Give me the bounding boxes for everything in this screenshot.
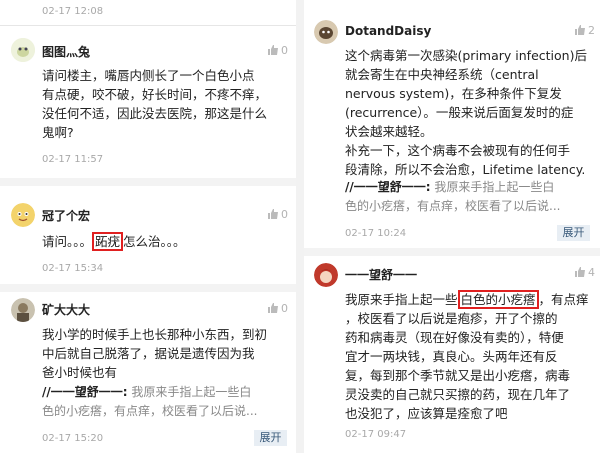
like-count: 0 (281, 302, 288, 315)
highlight-box: 跖疣 (92, 232, 124, 251)
comment-line: 宜才一两块钱，真良心。头两年还有反 (345, 349, 558, 364)
highlight-box: 白色的小疙瘩 (457, 290, 539, 309)
username[interactable]: 矿大大大 (42, 301, 90, 318)
comment-text-part: ，有点痒 (538, 292, 589, 307)
comment-line: 没任何不适，因此没去医院，那这是什么 (42, 106, 268, 121)
comment-time: 02-17 15:20 (42, 433, 104, 444)
like-count: 0 (281, 44, 288, 57)
like-button[interactable]: 4 (575, 266, 595, 279)
comment-text: 我小学的时候手上也长那种小东西，到初 中后就自己脱落了，据说是遗传因为我 爸小时… (42, 325, 294, 382)
comment-line: 爸小时候也有 (42, 365, 118, 380)
like-count: 2 (588, 24, 595, 37)
thumbs-up-icon (268, 303, 278, 313)
left-comment-panel: 02-17 12:08 图图灬兔 0 请问楼主，嘴唇内侧长了一个白色小点 有点硬… (0, 0, 296, 453)
comment-line: 我小学的时候手上也长那种小东西，到初 (42, 327, 268, 342)
separator (0, 178, 296, 186)
quote-author: //一一望舒一一: (345, 180, 431, 194)
quote-author: //一一望舒一一: (42, 385, 128, 399)
like-button[interactable]: 2 (575, 24, 595, 37)
comment-line: 有点硬，咬不破，好长时间，不疼不痒， (42, 87, 268, 102)
comment-text: 我原来手指上起一些 白色的小疙瘩 ，有点痒 ，校医看了以后说是疱疹，开了个擦的 药和… (345, 290, 599, 423)
quoted-reply[interactable]: //一一望舒一一: 我原来手指上起一些白 色的小疙瘩，有点痒，校医看了以后说..… (42, 383, 294, 421)
like-count: 0 (281, 208, 288, 221)
thumbs-up-icon (268, 209, 278, 219)
divider (0, 25, 296, 26)
quote-line: 色的小疙瘩，有点痒，校医看了以后说... (42, 404, 258, 418)
right-comment-panel: DotandDaisy 2 这个病毒第一次感染(primary infectio… (304, 0, 600, 453)
username[interactable]: DotandDaisy (345, 24, 431, 38)
comment-line: 补充一下，这个病毒不会被现有的任何手 (345, 143, 571, 158)
comment-text: 请问。。。 跖疣 怎么治。。。 (42, 232, 292, 251)
thumbs-up-icon (575, 267, 585, 277)
quote-line: 色的小疙瘩，有点痒，校医看了以后说... (345, 199, 561, 213)
comment-text: 请问楼主，嘴唇内侧长了一个白色小点 有点硬，咬不破，好长时间，不疼不痒， 没任何… (42, 66, 292, 142)
avatar[interactable] (11, 203, 35, 227)
comment-line: (recurrence）。一般来说后面复发时的症 (345, 105, 574, 120)
separator (0, 284, 296, 292)
comment-line: nervous system)，在多种条件下复发 (345, 86, 562, 101)
comment-line: 状会越来越轻。 (345, 124, 433, 139)
quote-line: 我原来手指上起一些白 (430, 180, 555, 194)
column-gap (296, 0, 304, 453)
expand-button[interactable]: 展开 (254, 430, 287, 446)
username[interactable]: 一一望舒一一 (345, 266, 417, 283)
username[interactable]: 冠了个宏 (42, 207, 90, 224)
avatar[interactable] (11, 298, 35, 322)
quote-line: 我原来手指上起一些白 (127, 385, 252, 399)
comment-text-part: 怎么治。。。 (123, 234, 186, 249)
username[interactable]: 图图灬兔 (42, 43, 90, 60)
comment-line: 鬼啊? (42, 125, 74, 140)
like-count: 4 (588, 266, 595, 279)
comment-line: 也没犯了，应该算是痊愈了吧 (345, 406, 508, 421)
avatar[interactable] (314, 20, 338, 44)
separator (304, 248, 600, 256)
comment-line: ，校医看了以后说是疱疹，开了个擦的 (345, 311, 558, 326)
avatar[interactable] (314, 263, 338, 287)
thumbs-up-icon (575, 25, 585, 35)
comment-text-part: 我原来手指上起一些 (345, 292, 458, 307)
comment-line: 这个病毒第一次感染(primary infection)后 (345, 48, 587, 63)
avatar[interactable] (11, 38, 35, 62)
comment-line: 复，每到那个季节就又是出小疙瘩，病毒 (345, 368, 571, 383)
like-button[interactable]: 0 (268, 208, 288, 221)
comment-time: 02-17 11:57 (42, 154, 104, 165)
comment-time: 02-17 12:08 (42, 6, 104, 17)
like-button[interactable]: 0 (268, 302, 288, 315)
comment-line: 段清除，所以不会治愈，Lifetime latency. (345, 162, 586, 177)
comment-line: 请问楼主，嘴唇内侧长了一个白色小点 (42, 68, 255, 83)
comment-time: 02-17 15:34 (42, 263, 104, 274)
expand-button[interactable]: 展开 (557, 225, 590, 241)
comment-line: 中后就自己脱落了，据说是遗传因为我 (42, 346, 255, 361)
comment-text: 这个病毒第一次感染(primary infection)后 就会寄生在中央神经系… (345, 46, 599, 179)
comment-line: 药和病毒灵（现在好像没有卖的），特便 (345, 330, 564, 345)
comment-time: 02-17 09:47 (345, 429, 407, 440)
comment-line: 就会寄生在中央神经系统（central (345, 67, 539, 82)
comment-line: 灵没卖的自己就只买擦的药，现在几年了 (345, 387, 571, 402)
like-button[interactable]: 0 (268, 44, 288, 57)
thumbs-up-icon (268, 45, 278, 55)
comment-time: 02-17 10:24 (345, 228, 407, 239)
quoted-reply[interactable]: //一一望舒一一: 我原来手指上起一些白 色的小疙瘩，有点痒，校医看了以后说..… (345, 178, 599, 216)
comment-text-part: 请问。。。 (42, 234, 93, 249)
